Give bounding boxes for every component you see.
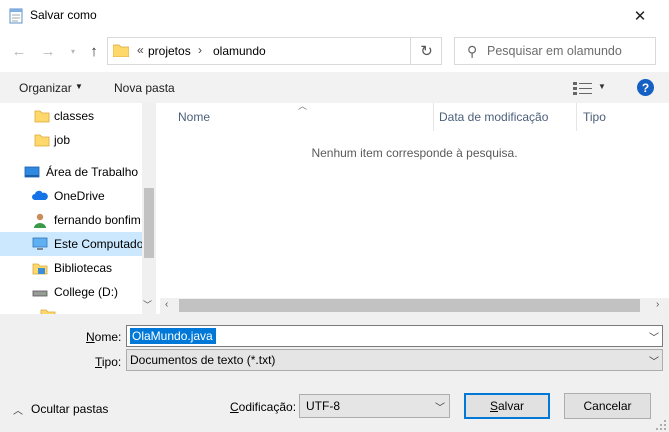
nav-item-label: Bibliotecas (54, 261, 113, 275)
library-icon (32, 263, 48, 275)
hide-folders-button[interactable]: Ocultar pastas (31, 402, 108, 416)
refresh-icon: ↻ (420, 43, 433, 60)
command-bar: Organizar ▼ Nova pasta ▼ (0, 72, 669, 103)
arrow-left-icon: ← (11, 42, 27, 60)
title-bar (0, 0, 669, 32)
chevron-down-icon: ﹀ (435, 403, 445, 414)
chevron-right-icon[interactable]: › (656, 299, 659, 310)
notepad-icon (9, 8, 23, 24)
address-overflow-chevron[interactable]: « (137, 43, 144, 57)
folder-icon (34, 134, 50, 147)
nav-item-this-pc[interactable]: Este Computador (0, 232, 147, 256)
file-list[interactable] (160, 103, 669, 314)
column-divider[interactable] (576, 103, 577, 131)
nav-item-desktop[interactable]: Área de Trabalho (0, 160, 142, 184)
folder-icon (113, 44, 129, 57)
sort-ascending-icon: ︿ (298, 101, 308, 111)
window-title: Salvar como (30, 8, 97, 22)
computer-icon (32, 237, 48, 250)
nav-item-libraries[interactable]: Bibliotecas (0, 256, 142, 280)
breadcrumb-projetos[interactable]: projetos (148, 44, 191, 58)
cloud-icon (32, 190, 48, 200)
filetype-select[interactable]: Documentos de texto (*.txt) ﹀ (126, 349, 663, 371)
filetype-value: Documentos de texto (*.txt) (130, 353, 276, 367)
desktop-icon (24, 166, 40, 178)
arrow-right-icon: → (40, 42, 56, 60)
chevron-down-icon: ﹀ (649, 357, 659, 368)
address-bar[interactable]: « projetos › olamundo (107, 37, 442, 65)
empty-message: Nenhum item corresponde à pesquisa. (311, 146, 518, 160)
column-header-name[interactable]: Nome (178, 110, 210, 124)
nav-item-label: Este Computador (54, 237, 148, 251)
nav-item-college-drive[interactable]: College (D:) (0, 280, 142, 304)
save-button[interactable]: Salvar (464, 393, 550, 419)
breadcrumb-olamundo[interactable]: olamundo (213, 44, 266, 58)
breadcrumb-separator[interactable]: › (198, 43, 202, 57)
nav-item-label: fernando bonfim (54, 213, 141, 227)
chevron-up-icon[interactable]: ︿ (13, 402, 23, 417)
resize-grip-icon[interactable] (655, 419, 667, 431)
search-icon: ⚲ (467, 43, 478, 59)
nav-item-label: classes (54, 109, 95, 123)
drive-icon (32, 290, 48, 297)
column-divider[interactable] (433, 103, 434, 131)
close-button[interactable]: ✕ (611, 0, 669, 32)
nav-item-user[interactable]: fernando bonfim (0, 208, 142, 232)
arrow-up-icon: ↑ (90, 42, 98, 60)
nav-item-label: OneDrive (54, 189, 105, 203)
filename-label: Nome: (86, 330, 122, 344)
nav-item-label: College (D:) (54, 285, 119, 299)
search-box[interactable]: ⚲ (454, 37, 656, 65)
folder-icon (34, 110, 50, 123)
nav-item-job[interactable]: job (0, 128, 142, 152)
filename-combobox[interactable]: ﹀ (126, 325, 663, 347)
navigation-pane: classes job Área de Trabalho OneDrive fe… (0, 103, 156, 314)
cancel-button[interactable]: Cancelar (564, 393, 651, 419)
encoding-label: Codificação: (230, 400, 297, 414)
refresh-button[interactable]: ↻ (410, 37, 442, 65)
filetype-label: Tipo: (95, 355, 122, 369)
encoding-value: UTF-8 (306, 399, 340, 413)
column-header-type[interactable]: Tipo (583, 110, 606, 124)
user-icon (34, 213, 46, 228)
chevron-down-icon[interactable]: ▼ (598, 82, 606, 91)
close-icon: ✕ (633, 8, 647, 25)
nav-item-label: job (54, 133, 71, 147)
column-header-date[interactable]: Data de modificação (439, 110, 548, 124)
new-folder-button[interactable]: Nova pasta (114, 81, 175, 95)
chevron-down-icon: ▼ (75, 82, 83, 91)
filename-input[interactable] (130, 328, 216, 344)
search-input[interactable] (487, 39, 652, 63)
encoding-select[interactable]: UTF-8 ﹀ (299, 394, 450, 418)
view-options-icon[interactable] (573, 81, 593, 95)
chevron-down-icon: ▾ (70, 46, 75, 56)
recent-locations-button[interactable]: ▾ (62, 40, 84, 62)
nav-item-onedrive[interactable]: OneDrive (0, 184, 142, 208)
chevron-left-icon[interactable]: ‹ (165, 299, 168, 310)
nav-scrollbar-thumb[interactable] (144, 188, 154, 258)
back-button[interactable]: ← (8, 40, 30, 62)
help-icon[interactable]: ? (637, 79, 654, 96)
forward-button[interactable]: → (37, 40, 59, 62)
horizontal-scrollbar-thumb[interactable] (179, 299, 640, 312)
folder-icon (40, 309, 56, 314)
nav-item-classes[interactable]: classes (0, 104, 142, 128)
nav-item-label: Área de Trabalho (46, 165, 139, 179)
chevron-down-icon[interactable]: ﹀ (649, 329, 659, 344)
organize-menu-button[interactable]: Organizar (19, 81, 72, 95)
chevron-down-icon[interactable]: ﹀ (143, 298, 152, 311)
up-button[interactable]: ↑ (83, 40, 105, 62)
